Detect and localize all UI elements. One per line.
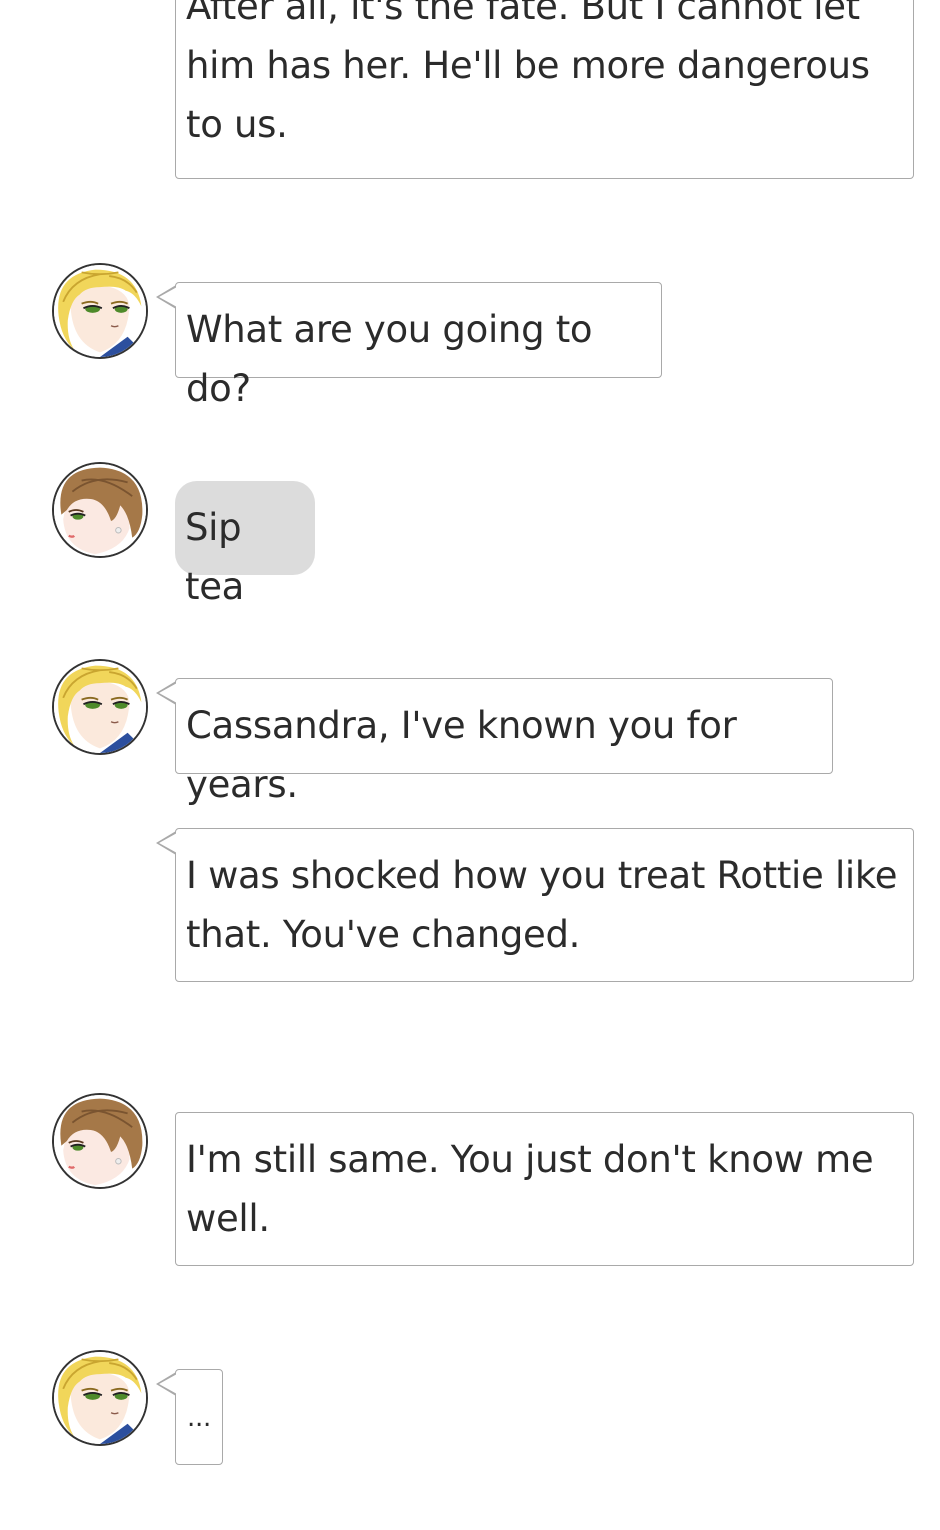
blonde-character-avatar-icon <box>52 1350 148 1446</box>
message-bubble: What are you going to do? <box>156 282 662 410</box>
message-text: What are you going to do? <box>186 308 593 410</box>
message-bubble: Cassandra, I've known you for years. <box>156 678 833 806</box>
blonde-character-avatar-icon <box>52 659 148 755</box>
message-bubble: After all, it's the fate. But I cannot l… <box>175 0 914 179</box>
message-bubble: I'm still same. You just don't know me w… <box>175 1112 914 1266</box>
message-bubble: I was shocked how you treat Rottie like … <box>156 828 914 982</box>
brunette-face-icon <box>54 1095 146 1187</box>
brunette-face-icon <box>54 464 146 556</box>
message-bubble: ... <box>156 1369 223 1465</box>
message-text: I'm still same. You just don't know me w… <box>186 1138 874 1240</box>
brunette-character-avatar-icon <box>52 462 148 558</box>
blonde-face-icon <box>54 661 146 753</box>
action-bubble: Sip tea <box>175 481 315 608</box>
blonde-character-avatar-icon <box>52 263 148 359</box>
blonde-face-icon <box>54 265 146 357</box>
brunette-character-avatar-icon <box>52 1093 148 1189</box>
action-text: Sip tea <box>185 506 245 608</box>
blonde-face-icon <box>54 1352 146 1444</box>
message-text: After all, it's the fate. But I cannot l… <box>186 0 870 146</box>
message-text: Cassandra, I've known you for years. <box>186 704 737 806</box>
message-text: I was shocked how you treat Rottie like … <box>186 854 898 956</box>
message-text: ... <box>187 1403 211 1433</box>
